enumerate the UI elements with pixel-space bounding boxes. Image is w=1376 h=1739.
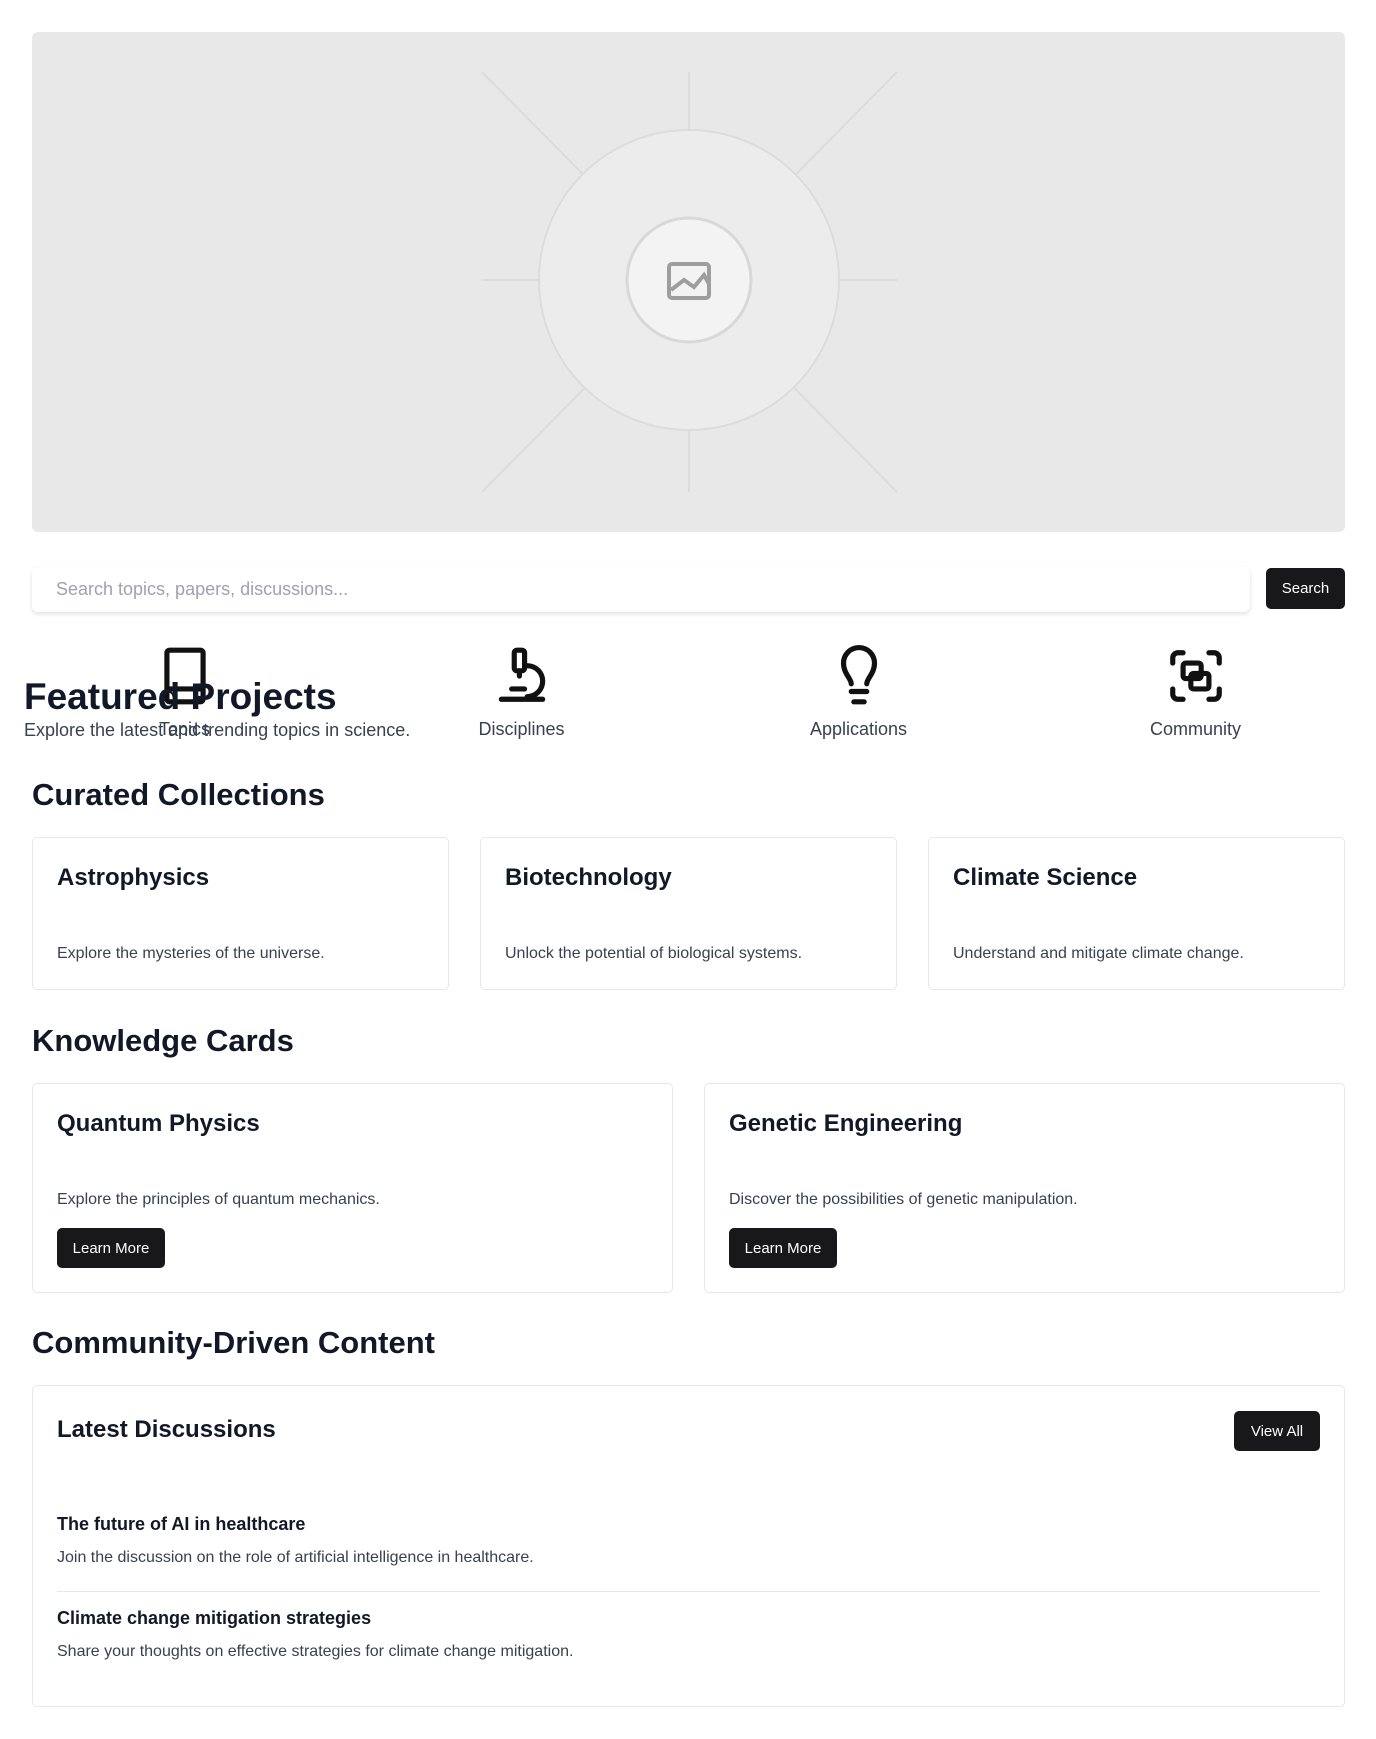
feature-label: Applications (809, 719, 908, 739)
image-placeholder-icon (481, 71, 898, 493)
latest-discussions-panel: Latest Discussions View All The future o… (32, 1385, 1345, 1707)
knowledge-cards-title: Knowledge Cards (32, 1023, 294, 1058)
hero-image-placeholder (32, 32, 1345, 532)
discussion-description: Share your thoughts on effective strateg… (57, 1643, 574, 1660)
feature-community[interactable]: Community (1027, 645, 1364, 740)
card-description: Unlock the potential of biological syste… (505, 945, 803, 962)
featured-projects-title: Featured Projects (24, 676, 337, 717)
knowledge-card: Quantum Physics Explore the principles o… (32, 1083, 673, 1293)
search-bar (32, 567, 1250, 612)
lightbulb-icon (840, 645, 877, 705)
discussion-item[interactable]: Climate change mitigation strategies Sha… (57, 1608, 1320, 1661)
community-content-title: Community-Driven Content (32, 1325, 435, 1360)
learn-more-button[interactable]: Learn More (57, 1228, 165, 1268)
card-title: Astrophysics (57, 864, 210, 891)
discussion-description: Join the discussion on the role of artif… (57, 1549, 534, 1566)
divider (57, 1591, 1320, 1592)
card-title: Climate Science (953, 864, 1138, 891)
card-title: Genetic Engineering (729, 1110, 963, 1137)
card-description: Explore the principles of quantum mechan… (57, 1191, 380, 1208)
collection-card[interactable]: Climate Science Understand and mitigate … (928, 837, 1345, 990)
card-title: Quantum Physics (57, 1110, 260, 1137)
feature-label: Community (1149, 719, 1242, 739)
feature-applications[interactable]: Applications (690, 645, 1027, 740)
search-input[interactable] (32, 567, 1250, 612)
discussion-title: Climate change mitigation strategies (57, 1608, 372, 1628)
learn-more-button[interactable]: Learn More (729, 1228, 837, 1268)
card-title: Biotechnology (505, 864, 672, 891)
featured-projects-subtitle: Explore the latest and trending topics i… (24, 720, 411, 740)
group-icon (1169, 650, 1222, 702)
card-description: Discover the possibilities of genetic ma… (729, 1191, 1078, 1208)
microscope-icon (498, 647, 545, 702)
collection-card[interactable]: Biotechnology Unlock the potential of bi… (480, 837, 897, 990)
collection-card[interactable]: Astrophysics Explore the mysteries of th… (32, 837, 449, 990)
knowledge-card: Genetic Engineering Discover the possibi… (704, 1083, 1345, 1293)
view-all-button[interactable]: View All (1234, 1411, 1320, 1451)
discussion-item[interactable]: The future of AI in healthcare Join the … (57, 1514, 1320, 1567)
search-button[interactable]: Search (1266, 568, 1345, 609)
card-description: Explore the mysteries of the universe. (57, 945, 325, 962)
card-description: Understand and mitigate climate change. (953, 945, 1244, 962)
discussion-title: The future of AI in healthcare (57, 1514, 306, 1534)
curated-collections-title: Curated Collections (32, 777, 325, 812)
latest-discussions-title: Latest Discussions (57, 1416, 276, 1443)
